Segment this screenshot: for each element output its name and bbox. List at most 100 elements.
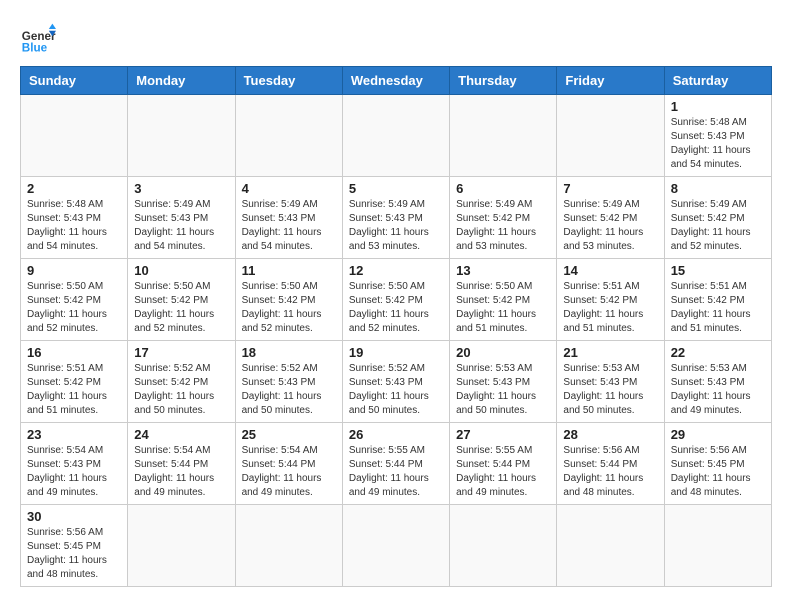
calendar-cell: 26 Sunrise: 5:55 AM Sunset: 5:44 PM Dayli… xyxy=(342,423,449,505)
cell-content: Sunrise: 5:52 AM Sunset: 5:43 PM Dayligh… xyxy=(242,362,336,418)
day-number: 27 xyxy=(456,427,550,442)
cell-content: Sunrise: 5:56 AM Sunset: 5:45 PM Dayligh… xyxy=(27,526,121,582)
calendar-cell xyxy=(235,505,342,587)
day-header-monday: Monday xyxy=(128,67,235,95)
cell-content: Sunrise: 5:52 AM Sunset: 5:42 PM Dayligh… xyxy=(134,362,228,418)
calendar-week-2: 2 Sunrise: 5:48 AM Sunset: 5:43 PM Daylig… xyxy=(21,177,772,259)
calendar-cell: 21 Sunrise: 5:53 AM Sunset: 5:43 PM Dayli… xyxy=(557,341,664,423)
calendar-cell xyxy=(450,95,557,177)
cell-content: Sunrise: 5:50 AM Sunset: 5:42 PM Dayligh… xyxy=(27,280,121,336)
day-number: 28 xyxy=(563,427,657,442)
cell-content: Sunrise: 5:56 AM Sunset: 5:45 PM Dayligh… xyxy=(671,444,765,500)
day-number: 7 xyxy=(563,181,657,196)
calendar-cell: 8 Sunrise: 5:49 AM Sunset: 5:42 PM Daylig… xyxy=(664,177,771,259)
day-number: 22 xyxy=(671,345,765,360)
cell-content: Sunrise: 5:49 AM Sunset: 5:42 PM Dayligh… xyxy=(671,198,765,254)
calendar-week-4: 16 Sunrise: 5:51 AM Sunset: 5:42 PM Dayli… xyxy=(21,341,772,423)
calendar-cell: 14 Sunrise: 5:51 AM Sunset: 5:42 PM Dayli… xyxy=(557,259,664,341)
day-number: 14 xyxy=(563,263,657,278)
calendar-cell: 29 Sunrise: 5:56 AM Sunset: 5:45 PM Dayli… xyxy=(664,423,771,505)
calendar-cell: 28 Sunrise: 5:56 AM Sunset: 5:44 PM Dayli… xyxy=(557,423,664,505)
svg-text:Blue: Blue xyxy=(22,42,48,55)
calendar-cell: 18 Sunrise: 5:52 AM Sunset: 5:43 PM Dayli… xyxy=(235,341,342,423)
calendar-cell: 22 Sunrise: 5:53 AM Sunset: 5:43 PM Dayli… xyxy=(664,341,771,423)
day-number: 12 xyxy=(349,263,443,278)
calendar-cell xyxy=(557,95,664,177)
cell-content: Sunrise: 5:53 AM Sunset: 5:43 PM Dayligh… xyxy=(563,362,657,418)
calendar-cell xyxy=(342,505,449,587)
calendar-cell: 19 Sunrise: 5:52 AM Sunset: 5:43 PM Dayli… xyxy=(342,341,449,423)
day-number: 30 xyxy=(27,509,121,524)
calendar-cell xyxy=(664,505,771,587)
calendar-cell: 10 Sunrise: 5:50 AM Sunset: 5:42 PM Dayli… xyxy=(128,259,235,341)
day-header-saturday: Saturday xyxy=(664,67,771,95)
cell-content: Sunrise: 5:56 AM Sunset: 5:44 PM Dayligh… xyxy=(563,444,657,500)
cell-content: Sunrise: 5:51 AM Sunset: 5:42 PM Dayligh… xyxy=(671,280,765,336)
calendar-cell: 20 Sunrise: 5:53 AM Sunset: 5:43 PM Dayli… xyxy=(450,341,557,423)
day-number: 18 xyxy=(242,345,336,360)
cell-content: Sunrise: 5:50 AM Sunset: 5:42 PM Dayligh… xyxy=(242,280,336,336)
calendar-cell: 7Sunrise: 5:49 AM Sunset: 5:42 PM Daylig… xyxy=(557,177,664,259)
cell-content: Sunrise: 5:51 AM Sunset: 5:42 PM Dayligh… xyxy=(563,280,657,336)
day-number: 5 xyxy=(349,181,443,196)
day-number: 10 xyxy=(134,263,228,278)
cell-content: Sunrise: 5:55 AM Sunset: 5:44 PM Dayligh… xyxy=(456,444,550,500)
cell-content: Sunrise: 5:53 AM Sunset: 5:43 PM Dayligh… xyxy=(456,362,550,418)
day-number: 21 xyxy=(563,345,657,360)
logo: General Blue xyxy=(20,20,56,56)
day-number: 16 xyxy=(27,345,121,360)
cell-content: Sunrise: 5:50 AM Sunset: 5:42 PM Dayligh… xyxy=(134,280,228,336)
cell-content: Sunrise: 5:54 AM Sunset: 5:44 PM Dayligh… xyxy=(134,444,228,500)
day-number: 26 xyxy=(349,427,443,442)
calendar-cell xyxy=(450,505,557,587)
cell-content: Sunrise: 5:52 AM Sunset: 5:43 PM Dayligh… xyxy=(349,362,443,418)
day-number: 2 xyxy=(27,181,121,196)
calendar-cell: 16 Sunrise: 5:51 AM Sunset: 5:42 PM Dayli… xyxy=(21,341,128,423)
calendar-cell: 1 Sunrise: 5:48 AM Sunset: 5:43 PM Daylig… xyxy=(664,95,771,177)
calendar-cell xyxy=(21,95,128,177)
day-number: 3 xyxy=(134,181,228,196)
calendar-cell: 11Sunrise: 5:50 AM Sunset: 5:42 PM Dayli… xyxy=(235,259,342,341)
cell-content: Sunrise: 5:49 AM Sunset: 5:43 PM Dayligh… xyxy=(349,198,443,254)
day-number: 6 xyxy=(456,181,550,196)
day-number: 23 xyxy=(27,427,121,442)
calendar-cell xyxy=(342,95,449,177)
cell-content: Sunrise: 5:49 AM Sunset: 5:43 PM Dayligh… xyxy=(242,198,336,254)
cell-content: Sunrise: 5:48 AM Sunset: 5:43 PM Dayligh… xyxy=(671,116,765,172)
calendar-week-1: 1 Sunrise: 5:48 AM Sunset: 5:43 PM Daylig… xyxy=(21,95,772,177)
cell-content: Sunrise: 5:49 AM Sunset: 5:42 PM Dayligh… xyxy=(456,198,550,254)
cell-content: Sunrise: 5:55 AM Sunset: 5:44 PM Dayligh… xyxy=(349,444,443,500)
day-number: 1 xyxy=(671,99,765,114)
day-number: 13 xyxy=(456,263,550,278)
cell-content: Sunrise: 5:54 AM Sunset: 5:44 PM Dayligh… xyxy=(242,444,336,500)
day-number: 19 xyxy=(349,345,443,360)
calendar-cell: 27 Sunrise: 5:55 AM Sunset: 5:44 PM Dayli… xyxy=(450,423,557,505)
day-number: 29 xyxy=(671,427,765,442)
day-header-friday: Friday xyxy=(557,67,664,95)
calendar-cell: 6 Sunrise: 5:49 AM Sunset: 5:42 PM Daylig… xyxy=(450,177,557,259)
cell-content: Sunrise: 5:48 AM Sunset: 5:43 PM Dayligh… xyxy=(27,198,121,254)
cell-content: Sunrise: 5:51 AM Sunset: 5:42 PM Dayligh… xyxy=(27,362,121,418)
cell-content: Sunrise: 5:50 AM Sunset: 5:42 PM Dayligh… xyxy=(349,280,443,336)
day-number: 25 xyxy=(242,427,336,442)
calendar-cell: 13Sunrise: 5:50 AM Sunset: 5:42 PM Dayli… xyxy=(450,259,557,341)
day-number: 20 xyxy=(456,345,550,360)
cell-content: Sunrise: 5:53 AM Sunset: 5:43 PM Dayligh… xyxy=(671,362,765,418)
day-number: 8 xyxy=(671,181,765,196)
calendar-header-row: SundayMondayTuesdayWednesdayThursdayFrid… xyxy=(21,67,772,95)
calendar-cell xyxy=(128,505,235,587)
calendar-cell: 25 Sunrise: 5:54 AM Sunset: 5:44 PM Dayli… xyxy=(235,423,342,505)
calendar-cell xyxy=(235,95,342,177)
day-number: 4 xyxy=(242,181,336,196)
calendar-cell: 2 Sunrise: 5:48 AM Sunset: 5:43 PM Daylig… xyxy=(21,177,128,259)
cell-content: Sunrise: 5:49 AM Sunset: 5:43 PM Dayligh… xyxy=(134,198,228,254)
calendar-cell: 23Sunrise: 5:54 AM Sunset: 5:43 PM Dayli… xyxy=(21,423,128,505)
calendar-week-6: 30 Sunrise: 5:56 AM Sunset: 5:45 PM Dayli… xyxy=(21,505,772,587)
calendar-cell: 30 Sunrise: 5:56 AM Sunset: 5:45 PM Dayli… xyxy=(21,505,128,587)
day-number: 15 xyxy=(671,263,765,278)
day-header-tuesday: Tuesday xyxy=(235,67,342,95)
day-number: 9 xyxy=(27,263,121,278)
calendar-cell: 15 Sunrise: 5:51 AM Sunset: 5:42 PM Dayli… xyxy=(664,259,771,341)
calendar-week-5: 23Sunrise: 5:54 AM Sunset: 5:43 PM Dayli… xyxy=(21,423,772,505)
logo-icon: General Blue xyxy=(20,20,56,56)
